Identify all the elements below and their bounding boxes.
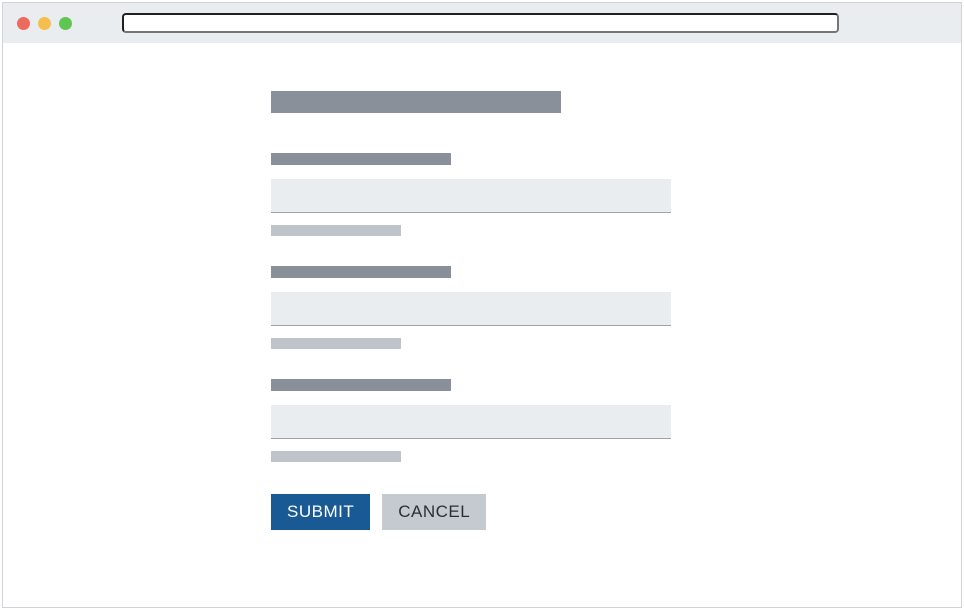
cancel-button[interactable]: CANCEL [382, 494, 486, 530]
field-hint [271, 225, 401, 236]
form: SUBMIT CANCEL [271, 91, 691, 530]
field-label [271, 266, 451, 278]
close-icon[interactable] [17, 17, 30, 30]
browser-window: SUBMIT CANCEL [2, 2, 962, 608]
button-row: SUBMIT CANCEL [271, 494, 691, 530]
text-input-3[interactable] [271, 405, 671, 439]
page-title [271, 91, 561, 113]
form-field-3 [271, 379, 691, 462]
form-field-1 [271, 153, 691, 236]
field-label [271, 379, 451, 391]
field-hint [271, 338, 401, 349]
window-controls [17, 17, 72, 30]
submit-button[interactable]: SUBMIT [271, 494, 370, 530]
text-input-1[interactable] [271, 179, 671, 213]
titlebar [3, 3, 961, 43]
minimize-icon[interactable] [38, 17, 51, 30]
text-input-2[interactable] [271, 292, 671, 326]
page-content: SUBMIT CANCEL [3, 43, 961, 607]
address-bar[interactable] [122, 13, 839, 33]
form-field-2 [271, 266, 691, 349]
field-label [271, 153, 451, 165]
maximize-icon[interactable] [59, 17, 72, 30]
field-hint [271, 451, 401, 462]
